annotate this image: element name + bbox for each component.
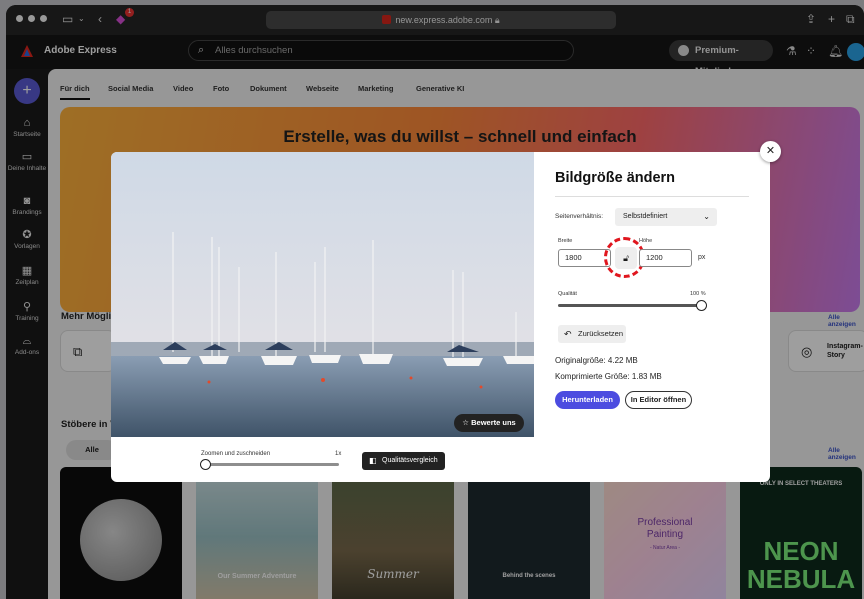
close-icon: ✕ bbox=[765, 145, 776, 157]
close-dialog-button[interactable]: ✕ bbox=[760, 141, 781, 162]
divider bbox=[555, 196, 749, 197]
open-in-editor-button[interactable]: In Editor öffnen bbox=[625, 391, 692, 409]
quality-compare-button[interactable]: ◧ Qualitätsvergleich bbox=[362, 452, 445, 470]
compare-icon: ◧ bbox=[369, 456, 377, 465]
chevron-down-icon: ⌄ bbox=[703, 212, 710, 221]
dialog-title: Bildgröße ändern bbox=[555, 170, 676, 186]
sailboats-photo bbox=[111, 152, 534, 437]
reset-label: Zurücksetzen bbox=[578, 329, 624, 338]
zoom-slider-handle[interactable] bbox=[200, 459, 211, 470]
original-size: Originalgröße: 4.22 MB bbox=[555, 356, 638, 365]
rate-us-button[interactable]: ☆ Bewerte uns bbox=[454, 414, 524, 432]
undo-icon: ↶ bbox=[564, 329, 572, 339]
reset-button[interactable]: ↶ Zurücksetzen bbox=[558, 325, 626, 343]
height-label: Höhe bbox=[639, 238, 653, 244]
width-label: Breite bbox=[558, 238, 573, 244]
compressed-size: Komprimierte Größe: 1.83 MB bbox=[555, 372, 662, 381]
rate-us-label: Bewerte uns bbox=[471, 418, 516, 427]
download-button[interactable]: Herunterladen bbox=[555, 391, 620, 409]
unit-label: px bbox=[698, 254, 706, 261]
quality-slider-handle[interactable] bbox=[696, 300, 707, 311]
resize-image-dialog: ☆ Bewerte uns Zoomen und zuschneiden 1x … bbox=[111, 152, 770, 482]
preview-image: ☆ Bewerte uns bbox=[111, 152, 534, 437]
aspect-ratio-select[interactable]: Selbstdefiniert ⌄ bbox=[615, 208, 717, 226]
quality-label: Qualität bbox=[558, 291, 577, 297]
zoom-value: 1x bbox=[335, 451, 342, 457]
quality-compare-label: Qualitätsvergleich bbox=[382, 457, 438, 464]
star-icon: ☆ bbox=[462, 418, 470, 427]
zoom-crop-label: Zoomen und zuschneiden bbox=[201, 451, 271, 457]
height-input[interactable]: 1200 bbox=[639, 249, 692, 267]
aspect-ratio-value: Selbstdefiniert bbox=[623, 213, 668, 220]
zoom-slider[interactable] bbox=[203, 463, 339, 466]
quality-value: 100 % bbox=[690, 291, 706, 297]
quality-slider[interactable] bbox=[558, 304, 701, 307]
aspect-ratio-label: Seitenverhältnis: bbox=[555, 213, 604, 220]
